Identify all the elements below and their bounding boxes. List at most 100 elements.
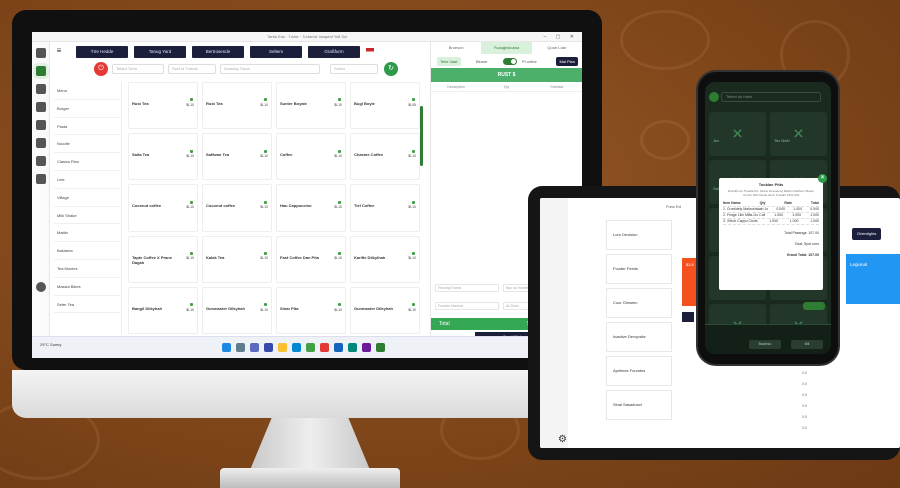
category-item[interactable]: Lele <box>54 171 121 189</box>
language-flag-icon[interactable] <box>366 48 374 55</box>
product-tile[interactable]: Coffee $L10 <box>276 133 346 181</box>
order-type-pill[interactable]: Teke Vaat <box>437 57 461 66</box>
notification-icon[interactable] <box>35 156 46 166</box>
tablet-list-item[interactable]: Sinal Sasadosct <box>606 390 672 420</box>
tablet-action-button[interactable]: Orientights <box>852 228 882 240</box>
product-tile[interactable]: Sunter Boyale $L10 <box>276 82 346 130</box>
tablet-small-button[interactable] <box>682 312 694 322</box>
category-item[interactable]: Pasta <box>54 118 121 136</box>
product-tile[interactable]: Rust Tea $L10 <box>128 82 198 130</box>
category-tab[interactable]: Tanug Yard <box>134 46 186 58</box>
tablet-blue-card[interactable]: Legional <box>846 254 900 304</box>
tablet-nav-rail <box>540 198 568 448</box>
category-item[interactable]: Milk Shake <box>54 207 121 225</box>
background-doodle <box>620 10 710 70</box>
search-icon[interactable] <box>236 343 245 352</box>
product-tile[interactable]: Chasme Coffee $L10 <box>350 133 420 181</box>
weather-widget[interactable]: 29°C Sunny <box>40 342 61 347</box>
product-tile[interactable]: Gunmaster Dilkyhah $L10 <box>202 286 272 334</box>
category-item[interactable]: Noodle <box>54 135 121 154</box>
product-tile[interactable]: Salta Tea $L10 <box>128 133 198 181</box>
product-tile[interactable]: Tapte Coffee X Prane Dagah $L10 <box>128 235 198 283</box>
search-field[interactable]: Sorba <box>330 64 378 74</box>
task-view-icon[interactable] <box>250 343 259 352</box>
category-item[interactable]: Menu <box>54 82 121 100</box>
phone-search-input[interactable]: Telbel du Hotle <box>721 92 821 102</box>
pos-icon[interactable] <box>35 66 46 76</box>
product-tile[interactable]: Coconut coffee $L10 <box>202 184 272 232</box>
inventory-icon[interactable] <box>35 138 46 148</box>
product-tile[interactable]: Bugl Boyle $L05 <box>350 82 420 130</box>
product-tile[interactable]: Fast Coffee Dan Pita $L10 <box>276 235 346 283</box>
product-tile[interactable]: Karifle Dilkylhah $L10 <box>350 235 420 283</box>
settings-icon[interactable] <box>35 282 46 292</box>
app-icon[interactable] <box>348 343 357 352</box>
tablet-list-item[interactable]: Loro Devision <box>606 220 672 250</box>
product-tile[interactable]: Coconut coffee $L10 <box>128 184 198 232</box>
report-icon[interactable] <box>35 120 46 130</box>
monitor-base <box>220 468 400 488</box>
tablet-list-item[interactable]: Cour Glmsien <box>606 288 672 318</box>
product-tile[interactable]: Sinar Pita $L10 <box>276 286 346 334</box>
product-tile[interactable]: Gunmaster Dilkyhah $L10 <box>350 286 420 334</box>
power-icon[interactable]: ⏻ <box>94 62 108 76</box>
search-field[interactable]: Teblut Turtu <box>112 64 164 74</box>
category-item[interactable]: Village <box>54 189 121 207</box>
app-icon[interactable] <box>362 343 371 352</box>
order-toggle[interactable] <box>503 58 517 65</box>
phone-green-button[interactable] <box>803 302 825 310</box>
product-tile[interactable]: Bangil Dilkyhah $L10 <box>128 286 198 334</box>
order-tab[interactable]: Quoe Ldar <box>532 42 582 54</box>
product-tile[interactable]: Rust Tea $L10 <box>202 82 272 130</box>
category-tab[interactable]: Seltem <box>250 46 302 58</box>
store-icon[interactable] <box>306 343 315 352</box>
hamburger-menu-icon[interactable]: ≡ <box>54 46 64 56</box>
category-item[interactable]: Clasics Rlon <box>54 153 121 171</box>
category-item[interactable]: Massia Bikes <box>54 278 121 296</box>
category-tab[interactable]: Ýtre Hedde <box>76 46 128 58</box>
table-icon[interactable] <box>35 102 46 112</box>
order-tab[interactable]: Brueson <box>431 42 481 54</box>
folder-icon[interactable] <box>278 343 287 352</box>
tablet-list-item[interactable]: Inactive Devopsite <box>606 322 672 352</box>
order-field[interactable]: Fhosing Faeas <box>435 284 499 292</box>
veg-indicator-icon <box>264 98 267 102</box>
product-scrollbar[interactable] <box>420 106 423 166</box>
tablet-list-item[interactable]: Aprilmes Foundes <box>606 356 672 386</box>
order-field[interactable]: Fuesive Manhar <box>435 302 499 310</box>
category-item[interactable]: Burger <box>54 100 121 118</box>
plan-button[interactable]: Mal Plan <box>556 57 578 66</box>
category-tab[interactable]: Graßfurm <box>308 46 360 58</box>
product-tile[interactable]: Saffwan Tea $L10 <box>202 133 272 181</box>
product-tile[interactable]: Tiel Coffee $L10 <box>350 184 420 232</box>
category-item[interactable]: Baklama <box>54 242 121 260</box>
phone-product-tile[interactable]: ✕ Jex <box>709 112 766 156</box>
close-icon[interactable]: ✕ <box>818 174 827 183</box>
product-price: $L10 <box>186 205 194 210</box>
chat-icon[interactable] <box>264 343 273 352</box>
category-item[interactable]: Mattin <box>54 224 121 243</box>
search-field[interactable]: Scel of Turtute <box>168 64 216 74</box>
mail-icon[interactable] <box>334 343 343 352</box>
edge-icon[interactable] <box>292 343 301 352</box>
phone-bottom-button[interactable]: Bill <box>791 340 823 349</box>
search-field[interactable]: Scanlog Turca <box>220 64 320 74</box>
category-item[interactable]: Sefer Tea <box>54 296 121 314</box>
settings-icon[interactable]: ⚙ <box>558 434 567 445</box>
product-tile[interactable]: Kalak Tea $L10 <box>202 235 272 283</box>
users-icon[interactable] <box>35 174 46 184</box>
chrome-icon[interactable] <box>320 343 329 352</box>
window-controls[interactable]: – ▢ ✕ <box>544 32 578 42</box>
category-tab[interactable]: Bertrosende <box>192 46 244 58</box>
start-icon[interactable] <box>222 343 231 352</box>
order-tab[interactable]: Fuaugbsioana <box>481 42 532 54</box>
phone-bottom-button[interactable]: Baldmio <box>749 340 781 349</box>
orders-icon[interactable] <box>35 84 46 94</box>
tablet-list-item[interactable]: Fouder Feeds <box>606 254 672 284</box>
pos-app-icon[interactable] <box>376 343 385 352</box>
home-icon[interactable] <box>35 48 46 58</box>
product-tile[interactable]: Hau Cappuccino $L10 <box>276 184 346 232</box>
phone-product-tile[interactable]: ✕ Tex Nelb <box>770 112 827 156</box>
refresh-icon[interactable]: ↻ <box>384 62 398 76</box>
category-item[interactable]: Tea Monies <box>54 260 121 278</box>
